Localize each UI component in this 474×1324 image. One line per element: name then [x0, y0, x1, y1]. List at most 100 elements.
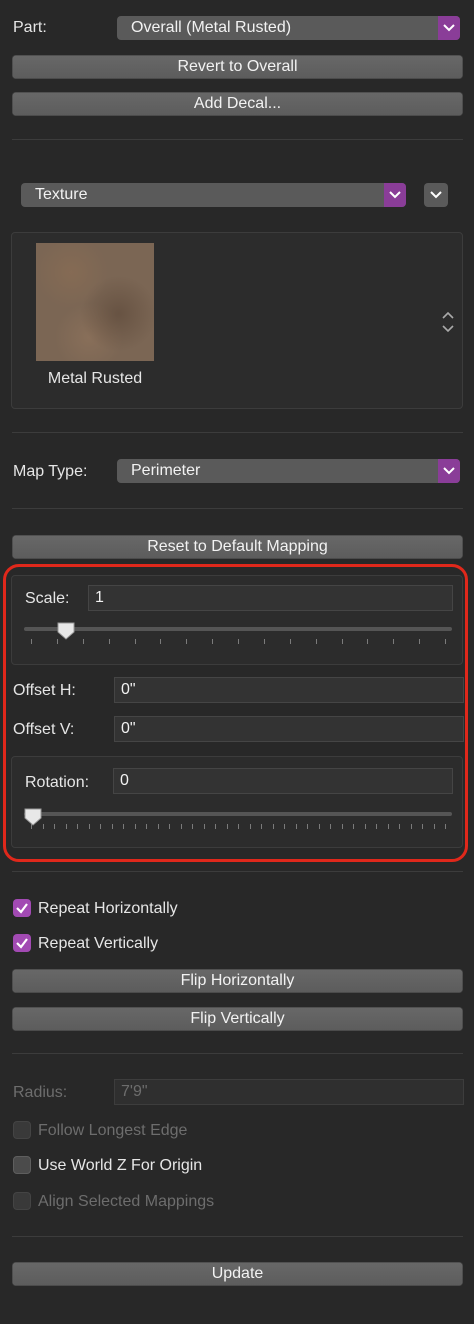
- slider-tick: [445, 639, 446, 644]
- slider-tick: [212, 639, 214, 644]
- slider-tick: [376, 824, 377, 829]
- slider-tick: [192, 824, 193, 829]
- chevron-down-icon: [430, 191, 442, 199]
- slider-tick: [82, 639, 84, 644]
- stepper-up-down-icon[interactable]: [441, 310, 455, 334]
- slider-tick: [295, 824, 297, 829]
- repeat-vertically-checkbox[interactable]: [13, 934, 31, 952]
- revert-to-overall-button[interactable]: Revert to Overall: [12, 55, 463, 79]
- follow-longest-edge-label: Follow Longest Edge: [38, 1122, 188, 1139]
- checkmark-icon: [16, 938, 28, 949]
- slider-tick: [341, 824, 343, 829]
- slider-tick: [134, 824, 136, 829]
- slider-tick: [330, 824, 331, 829]
- rotation-panel: Rotation: 0: [11, 756, 463, 848]
- texture-options-button[interactable]: [424, 183, 448, 207]
- map-type-value: Perimeter: [131, 462, 201, 479]
- flip-horizontally-button[interactable]: Flip Horizontally: [12, 969, 463, 993]
- slider-tick: [284, 824, 285, 829]
- slider-tick: [263, 639, 265, 644]
- chevron-down-icon: [384, 183, 406, 207]
- divider: [12, 432, 463, 433]
- use-world-z-label: Use World Z For Origin: [38, 1157, 203, 1174]
- texture-mode-select[interactable]: Texture: [21, 183, 406, 207]
- offset-h-label: Offset H:: [13, 682, 76, 699]
- slider-tick: [157, 824, 159, 829]
- rotation-slider-thumb[interactable]: [24, 808, 42, 826]
- slider-tick: [111, 824, 113, 829]
- flip-vertically-button[interactable]: Flip Vertically: [12, 1007, 463, 1031]
- part-select[interactable]: Overall (Metal Rusted): [117, 16, 460, 40]
- slider-tick: [203, 824, 205, 829]
- slider-tick: [422, 824, 423, 829]
- slider-tick: [367, 639, 369, 644]
- add-decal-button[interactable]: Add Decal...: [12, 92, 463, 116]
- slider-tick: [419, 639, 421, 644]
- use-world-z-checkbox[interactable]: [13, 1156, 31, 1174]
- divider: [12, 1053, 463, 1054]
- rotation-label: Rotation:: [25, 774, 90, 791]
- align-selected-mappings-label: Align Selected Mappings: [38, 1193, 215, 1210]
- slider-tick: [249, 824, 251, 829]
- slider-tick: [215, 824, 216, 829]
- slider-tick: [108, 639, 110, 644]
- slider-tick: [186, 639, 188, 644]
- align-selected-mappings-checkbox: [13, 1192, 31, 1210]
- slider-tick: [318, 824, 320, 829]
- scale-slider-thumb[interactable]: [57, 622, 75, 640]
- repeat-vertically-label: Repeat Vertically: [38, 935, 159, 952]
- slider-tick: [31, 639, 32, 644]
- slider-tick: [393, 639, 395, 644]
- divider: [12, 508, 463, 509]
- slider-tick: [399, 824, 400, 829]
- map-type-label: Map Type:: [13, 463, 88, 480]
- slider-tick: [353, 824, 354, 829]
- slider-tick: [307, 824, 308, 829]
- slider-tick: [100, 824, 101, 829]
- slider-tick: [123, 824, 124, 829]
- offset-v-field[interactable]: 0": [114, 716, 464, 742]
- slider-tick: [433, 824, 435, 829]
- divider: [12, 139, 463, 140]
- slider-tick: [341, 639, 343, 644]
- texture-swatch[interactable]: [36, 243, 154, 361]
- divider: [12, 871, 463, 872]
- divider: [12, 1236, 463, 1237]
- part-label: Part:: [13, 19, 47, 36]
- offset-v-label: Offset V:: [13, 721, 75, 738]
- offset-h-field[interactable]: 0": [114, 677, 464, 703]
- scale-field[interactable]: 1: [88, 585, 453, 611]
- scale-slider-track[interactable]: [24, 627, 452, 631]
- slider-tick: [146, 824, 147, 829]
- slider-tick: [77, 824, 78, 829]
- chevron-down-icon: [438, 16, 460, 40]
- slider-tick: [364, 824, 366, 829]
- texture-mode-value: Texture: [35, 186, 88, 203]
- rotation-field[interactable]: 0: [113, 768, 453, 794]
- radius-label: Radius:: [13, 1084, 68, 1101]
- part-select-value: Overall (Metal Rusted): [131, 19, 292, 36]
- map-type-select[interactable]: Perimeter: [117, 459, 460, 483]
- slider-tick: [65, 824, 67, 829]
- slider-tick: [180, 824, 182, 829]
- slider-tick: [315, 639, 317, 644]
- texture-swatch-name: Metal Rusted: [47, 370, 143, 387]
- slider-tick: [54, 824, 55, 829]
- repeat-horizontally-checkbox[interactable]: [13, 899, 31, 917]
- chevron-down-icon: [438, 459, 460, 483]
- slider-tick: [42, 824, 44, 829]
- slider-tick: [387, 824, 389, 829]
- follow-longest-edge-checkbox: [13, 1121, 31, 1139]
- checkmark-icon: [16, 903, 28, 914]
- slider-tick: [261, 824, 262, 829]
- rotation-slider-track[interactable]: [24, 812, 452, 816]
- slider-tick: [88, 824, 90, 829]
- update-button[interactable]: Update: [12, 1262, 463, 1286]
- slider-tick: [289, 639, 291, 644]
- scale-label: Scale:: [25, 590, 70, 607]
- slider-tick: [238, 824, 239, 829]
- reset-default-mapping-button[interactable]: Reset to Default Mapping: [12, 535, 463, 559]
- slider-tick: [272, 824, 274, 829]
- slider-tick: [445, 824, 446, 829]
- repeat-horizontally-label: Repeat Horizontally: [38, 900, 178, 917]
